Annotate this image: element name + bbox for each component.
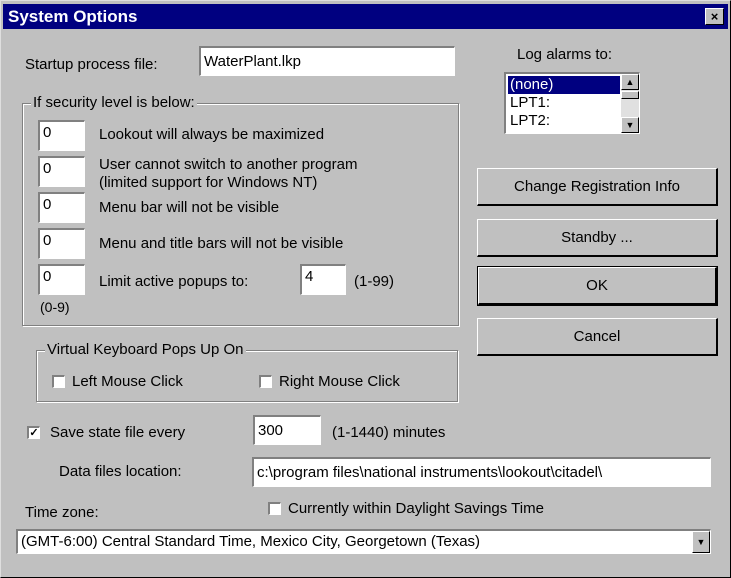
- window-title: System Options: [8, 7, 138, 26]
- title-bar: System Options ×: [3, 4, 728, 29]
- security-range-hint: (0-9): [40, 299, 70, 315]
- security-maximized-label: Lookout will always be maximized: [99, 126, 325, 143]
- save-state-range: (1-1440) minutes: [332, 424, 446, 441]
- change-registration-button[interactable]: Change Registration Info: [477, 168, 718, 206]
- right-mouse-click-checkbox[interactable]: [259, 375, 272, 388]
- data-files-input[interactable]: c:\program files\national instruments\lo…: [252, 457, 711, 487]
- time-zone-select[interactable]: (GMT-6:00) Central Standard Time, Mexico…: [16, 529, 711, 554]
- log-alarms-option[interactable]: LPT1:: [508, 94, 620, 112]
- security-switch-label: User cannot switch to another program: [99, 156, 358, 173]
- right-mouse-click-label: Right Mouse Click: [279, 373, 400, 390]
- log-alarms-listbox[interactable]: (none) LPT1: LPT2: ▲ ▼: [504, 72, 640, 134]
- security-menubar-label: Menu bar will not be visible: [99, 199, 280, 216]
- ok-button[interactable]: OK: [477, 266, 718, 306]
- startup-file-input[interactable]: WaterPlant.lkp: [199, 46, 455, 76]
- security-popups-label: Limit active popups to:: [99, 273, 249, 290]
- security-maximized-input[interactable]: 0: [38, 120, 85, 151]
- log-alarms-option[interactable]: LPT2:: [508, 112, 620, 130]
- close-button[interactable]: ×: [705, 8, 724, 25]
- time-zone-label: Time zone:: [25, 504, 99, 521]
- save-state-checkbox[interactable]: ✓: [27, 426, 40, 439]
- scroll-thumb[interactable]: [621, 91, 639, 99]
- standby-button[interactable]: Standby ...: [477, 219, 718, 257]
- popups-range-hint: (1-99): [354, 273, 395, 290]
- scroll-up-arrow-icon[interactable]: ▲: [621, 74, 639, 90]
- cancel-button[interactable]: Cancel: [477, 318, 718, 356]
- system-options-dialog: System Options × Startup process file: W…: [0, 0, 731, 578]
- dropdown-arrow-icon[interactable]: ▼: [692, 531, 710, 553]
- data-files-label: Data files location:: [59, 463, 182, 480]
- security-titlebar-input[interactable]: 0: [38, 228, 85, 259]
- save-state-label: Save state file every: [50, 424, 186, 441]
- security-switch-note: (limited support for Windows NT): [99, 174, 318, 191]
- virtual-keyboard-legend: Virtual Keyboard Pops Up On: [45, 341, 246, 358]
- security-menubar-input[interactable]: 0: [38, 192, 85, 223]
- security-switch-input[interactable]: 0: [38, 156, 85, 187]
- security-group-legend: If security level is below:: [31, 94, 197, 111]
- startup-file-label: Startup process file:: [25, 56, 158, 73]
- log-alarms-label: Log alarms to:: [517, 46, 613, 63]
- time-zone-value: (GMT-6:00) Central Standard Time, Mexico…: [21, 533, 481, 550]
- daylight-savings-checkbox[interactable]: [268, 502, 281, 515]
- daylight-savings-label: Currently within Daylight Savings Time: [288, 500, 544, 517]
- security-titlebar-label: Menu and title bars will not be visible: [99, 235, 344, 252]
- security-popups-input[interactable]: 0: [38, 264, 85, 295]
- left-mouse-click-label: Left Mouse Click: [72, 373, 183, 390]
- save-state-minutes-input[interactable]: 300: [253, 415, 321, 445]
- log-alarms-scrollbar[interactable]: ▲ ▼: [621, 74, 639, 133]
- log-alarms-option[interactable]: (none): [508, 76, 620, 94]
- popups-limit-input[interactable]: 4: [300, 264, 346, 295]
- left-mouse-click-checkbox[interactable]: [52, 375, 65, 388]
- scroll-down-arrow-icon[interactable]: ▼: [621, 117, 639, 133]
